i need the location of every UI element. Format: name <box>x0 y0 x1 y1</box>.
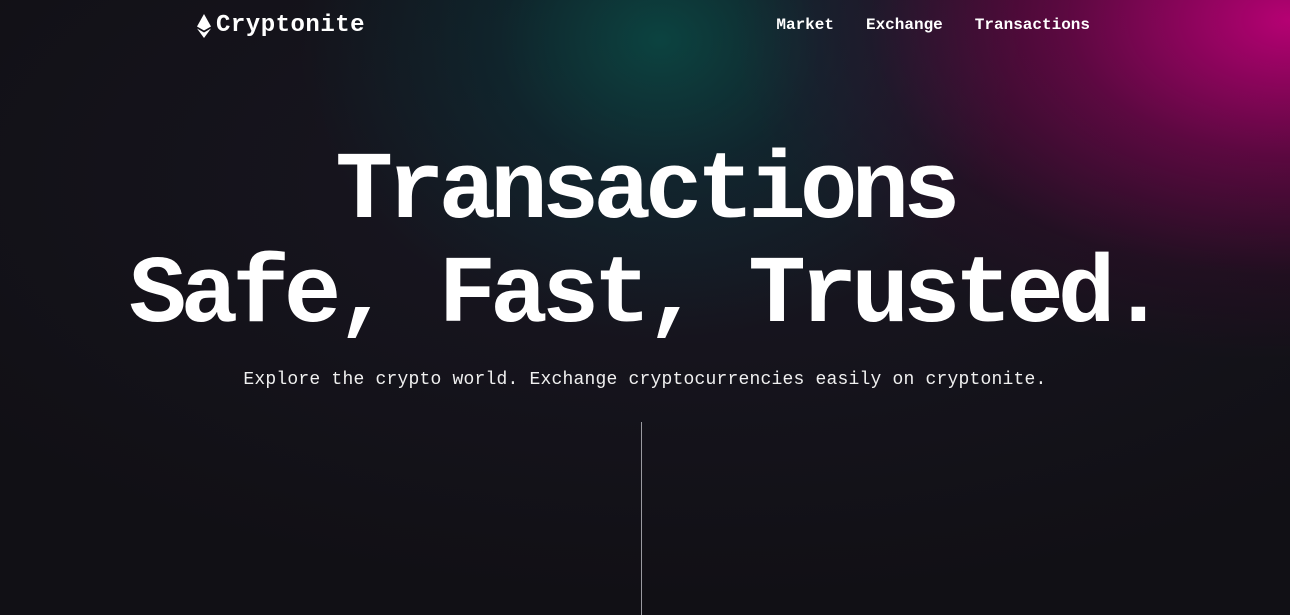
nav-links: Market Exchange Transactions <box>776 16 1090 34</box>
brand-logo[interactable]: Cryptonite <box>196 12 365 39</box>
hero-subtitle: Explore the crypto world. Exchange crypt… <box>243 370 1047 390</box>
brand-name: Cryptonite <box>216 12 366 39</box>
nav-link-transactions[interactable]: Transactions <box>975 16 1090 34</box>
top-navbar: Cryptonite Market Exchange Transactions <box>0 0 1290 52</box>
nav-link-exchange[interactable]: Exchange <box>866 16 943 34</box>
hero-title-line-2: Safe, Fast, Trusted. <box>128 241 1167 350</box>
nav-link-market[interactable]: Market <box>776 16 834 34</box>
vertical-divider <box>641 422 642 615</box>
ethereum-icon <box>196 13 212 39</box>
hero-section: Transactions Safe, Fast, Trusted. Explor… <box>0 137 1290 391</box>
hero-title-line-1: Transactions <box>335 137 960 246</box>
